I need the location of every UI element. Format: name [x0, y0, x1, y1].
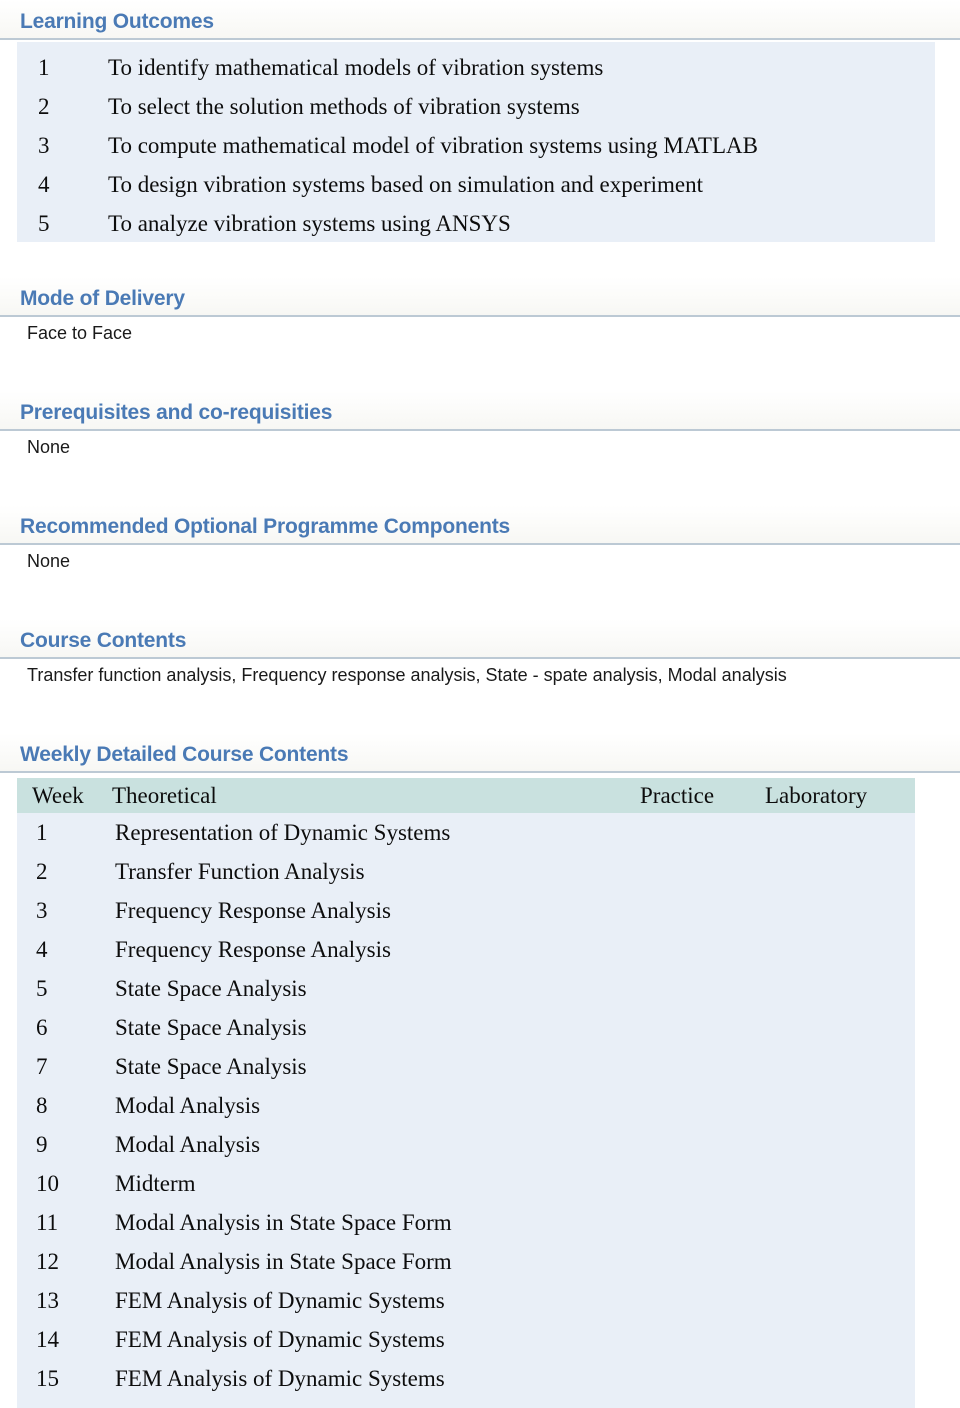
section-header-learning-outcomes: Learning Outcomes	[0, 0, 960, 40]
list-item: 1 To identify mathematical models of vib…	[17, 48, 935, 87]
table-row: 14 FEM Analysis of Dynamic Systems	[17, 1320, 915, 1359]
table-row: 10 Midterm	[17, 1164, 915, 1203]
outcome-text: To design vibration systems based on sim…	[108, 172, 704, 197]
cell-theoretical: FEM Analysis of Dynamic Systems	[115, 1288, 445, 1313]
table-row: 4 Frequency Response Analysis	[17, 930, 915, 969]
cell-theoretical: Midterm	[115, 1171, 196, 1196]
cell-theoretical: Modal Analysis in State Space Form	[115, 1249, 452, 1274]
cell-week: 7	[36, 1054, 48, 1079]
cell-week: 12	[36, 1249, 59, 1274]
section-title: Learning Outcomes	[20, 10, 214, 33]
cell-theoretical: State Space Analysis	[115, 1015, 307, 1040]
column-header-week: Week	[32, 783, 84, 808]
table-row: 9 Modal Analysis	[17, 1125, 915, 1164]
mode-of-delivery-value: Face to Face	[27, 323, 133, 343]
cell-week: 15	[36, 1366, 59, 1391]
cell-week: 8	[36, 1093, 48, 1118]
cell-week: 10	[36, 1171, 59, 1196]
cell-theoretical: State Space Analysis	[115, 976, 307, 1001]
list-item: 2 To select the solution methods of vibr…	[17, 87, 935, 126]
list-item: 5 To analyze vibration systems using ANS…	[17, 204, 935, 243]
list-item: 3 To compute mathematical model of vibra…	[17, 126, 935, 165]
cell-week: 13	[36, 1288, 59, 1313]
section-header-recommended-components: Recommended Optional Programme Component…	[0, 505, 960, 545]
recommended-components-value: None	[27, 551, 71, 571]
outcome-text: To analyze vibration systems using ANSYS	[108, 211, 511, 236]
cell-theoretical: Modal Analysis	[115, 1132, 261, 1157]
cell-week: 1	[36, 820, 48, 845]
cell-week: 11	[36, 1210, 59, 1235]
learning-outcomes-panel: 1 To identify mathematical models of vib…	[17, 42, 935, 242]
table-bottom-spacer	[17, 1398, 915, 1408]
table-row: 2 Transfer Function Analysis	[17, 852, 915, 891]
cell-theoretical: Representation of Dynamic Systems	[115, 820, 451, 845]
prerequisites-value: None	[27, 437, 71, 457]
cell-week: 2	[36, 859, 48, 884]
section-header-mode-of-delivery: Mode of Delivery	[0, 277, 960, 317]
table-row: 8 Modal Analysis	[17, 1086, 915, 1125]
column-header-theoretical: Theoretical	[112, 783, 217, 808]
outcome-text: To select the solution methods of vibrat…	[108, 94, 580, 119]
cell-week: 4	[36, 937, 48, 962]
outcome-text: To compute mathematical model of vibrati…	[108, 133, 758, 158]
outcome-number: 5	[38, 211, 50, 236]
cell-theoretical: Transfer Function Analysis	[115, 859, 365, 884]
cell-week: 5	[36, 976, 48, 1001]
list-item: 4 To design vibration systems based on s…	[17, 165, 935, 204]
outcome-text: To identify mathematical models of vibra…	[108, 55, 604, 80]
section-title: Prerequisites and co-requisities	[20, 401, 333, 424]
section-title: Course Contents	[20, 629, 187, 652]
column-header-practice: Practice	[640, 783, 715, 808]
column-header-laboratory: Laboratory	[765, 783, 868, 808]
section-header-prerequisites: Prerequisites and co-requisities	[0, 391, 960, 431]
weekly-contents-table: Week Theoretical Practice Laboratory 1 R…	[17, 778, 915, 1408]
table-row: 15 FEM Analysis of Dynamic Systems	[17, 1359, 915, 1398]
outcome-number: 4	[38, 172, 50, 197]
cell-week: 9	[36, 1132, 48, 1157]
section-title: Weekly Detailed Course Contents	[20, 743, 349, 766]
table-row: 6 State Space Analysis	[17, 1008, 915, 1047]
cell-theoretical: Frequency Response Analysis	[115, 937, 391, 962]
table-header-row: Week Theoretical Practice Laboratory	[17, 778, 915, 813]
table-row: 12 Modal Analysis in State Space Form	[17, 1242, 915, 1281]
table-row: 5 State Space Analysis	[17, 969, 915, 1008]
cell-theoretical: FEM Analysis of Dynamic Systems	[115, 1327, 445, 1352]
cell-theoretical: State Space Analysis	[115, 1054, 307, 1079]
section-header-weekly-contents: Weekly Detailed Course Contents	[0, 733, 960, 773]
cell-week: 3	[36, 898, 48, 923]
outcome-number: 2	[38, 94, 50, 119]
section-title: Mode of Delivery	[20, 287, 185, 310]
cell-theoretical: Modal Analysis	[115, 1093, 261, 1118]
table-row: 13 FEM Analysis of Dynamic Systems	[17, 1281, 915, 1320]
outcome-number: 1	[38, 55, 50, 80]
section-header-course-contents: Course Contents	[0, 619, 960, 659]
table-row: 7 State Space Analysis	[17, 1047, 915, 1086]
cell-theoretical: Frequency Response Analysis	[115, 898, 391, 923]
table-row: 3 Frequency Response Analysis	[17, 891, 915, 930]
table-row: 11 Modal Analysis in State Space Form	[17, 1203, 915, 1242]
cell-theoretical: FEM Analysis of Dynamic Systems	[115, 1366, 445, 1391]
cell-week: 6	[36, 1015, 48, 1040]
cell-week: 14	[36, 1327, 59, 1352]
section-title: Recommended Optional Programme Component…	[20, 515, 511, 538]
outcome-number: 3	[38, 133, 50, 158]
course-contents-value: Transfer function analysis, Frequency re…	[27, 665, 787, 685]
table-row: 1 Representation of Dynamic Systems	[17, 813, 915, 852]
cell-theoretical: Modal Analysis in State Space Form	[115, 1210, 452, 1235]
